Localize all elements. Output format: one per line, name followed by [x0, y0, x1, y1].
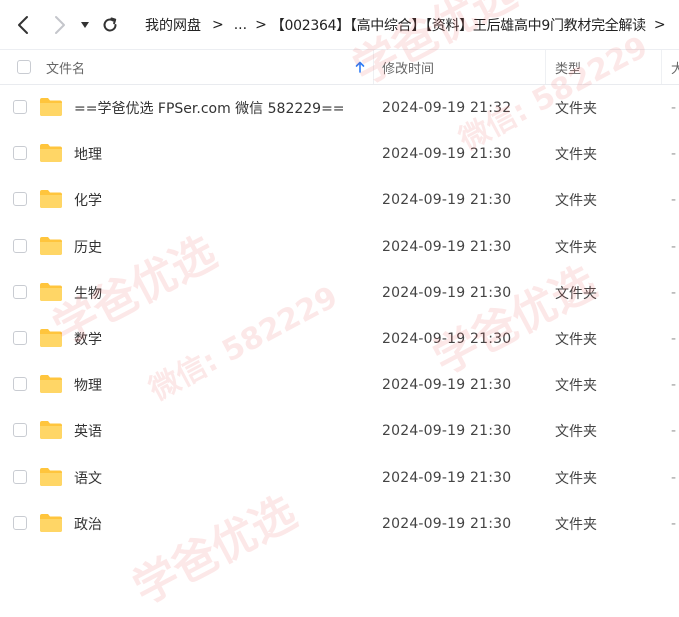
file-list-header: 文件名 修改时间 类型 大 [0, 50, 679, 85]
folder-icon [40, 421, 62, 440]
breadcrumb: 我的网盘 > ... > 【002364】【高中综合】【资料】王后雄高中9门教材… [145, 0, 676, 50]
file-type: 文件夹 [555, 332, 597, 348]
column-divider[interactable] [545, 50, 546, 84]
file-modified: 2024-09-19 21:30 [382, 238, 512, 255]
file-modified: 2024-09-19 21:30 [382, 377, 512, 394]
file-type: 文件夹 [555, 285, 597, 302]
folder-icon [40, 98, 62, 116]
file-type: 文件夹 [555, 424, 597, 441]
column-divider[interactable] [373, 50, 374, 84]
row-checkbox[interactable] [13, 469, 27, 484]
breadcrumb-separator: > [653, 17, 666, 33]
row-checkbox[interactable] [13, 423, 27, 438]
file-name[interactable]: 英语 [74, 408, 102, 454]
file-modified: 2024-09-19 21:30 [382, 469, 512, 486]
file-size: - [671, 331, 677, 347]
arrow-up-icon[interactable] [355, 50, 365, 84]
file-modified: 2024-09-19 21:32 [382, 100, 512, 116]
table-row[interactable]: 英语 2024-09-19 21:30 文件夹 - [0, 408, 679, 454]
folder-icon [40, 329, 62, 347]
file-name[interactable]: 地理 [74, 131, 102, 177]
column-header-type[interactable]: 类型 [555, 50, 581, 84]
table-row[interactable]: 化学 2024-09-19 21:30 文件夹 - [0, 177, 679, 223]
column-header-modified[interactable]: 修改时间 [382, 50, 434, 84]
table-row[interactable]: 数学 2024-09-19 21:30 文件夹 - [0, 316, 679, 362]
chevron-right-icon[interactable] [49, 14, 71, 36]
file-type: 文件夹 [555, 378, 597, 395]
file-name[interactable]: 政治 [74, 501, 102, 547]
file-name[interactable]: 化学 [74, 177, 102, 223]
file-size: - [671, 423, 677, 440]
file-modified: 2024-09-19 21:30 [382, 515, 512, 532]
table-row[interactable]: 生物 2024-09-19 21:30 文件夹 - [0, 270, 679, 316]
file-modified: 2024-09-19 21:30 [382, 284, 512, 301]
file-type: 文件夹 [555, 147, 597, 164]
row-checkbox[interactable] [13, 100, 27, 114]
file-size: - [671, 284, 677, 301]
file-modified: 2024-09-19 21:30 [382, 146, 512, 163]
file-name[interactable]: 历史 [74, 224, 102, 270]
breadcrumb-current[interactable]: 【002364】【高中综合】【资料】王后雄高中9门教材完全解读 [271, 15, 646, 35]
file-size: - [671, 515, 677, 532]
folder-icon [40, 467, 62, 486]
file-size: - [671, 238, 677, 255]
file-type: 文件夹 [555, 193, 597, 210]
row-checkbox[interactable] [13, 515, 27, 530]
row-checkbox[interactable] [13, 331, 27, 345]
file-name[interactable]: 物理 [74, 362, 102, 408]
row-checkbox[interactable] [13, 284, 27, 299]
select-all-checkbox[interactable] [17, 60, 31, 74]
file-modified: 2024-09-19 21:30 [382, 423, 512, 440]
folder-icon [40, 144, 62, 163]
row-checkbox[interactable] [13, 146, 27, 161]
row-checkbox[interactable] [13, 192, 27, 207]
table-row[interactable]: 物理 2024-09-19 21:30 文件夹 - [0, 362, 679, 408]
file-modified: 2024-09-19 21:30 [382, 331, 512, 347]
file-type: 文件夹 [555, 239, 597, 256]
file-type: 文件夹 [555, 516, 597, 533]
row-checkbox[interactable] [13, 377, 27, 392]
file-size: - [671, 100, 677, 116]
table-row[interactable]: ==学爸优选 FPSer.com 微信 582229== 2024-09-19 2… [0, 85, 679, 131]
file-size: - [671, 377, 677, 394]
folder-icon [40, 236, 62, 255]
caret-down-icon[interactable] [77, 14, 93, 36]
refresh-icon[interactable] [99, 14, 121, 36]
row-checkbox[interactable] [13, 238, 27, 253]
folder-icon [40, 513, 62, 532]
file-name[interactable]: ==学爸优选 FPSer.com 微信 582229== [74, 85, 345, 131]
column-header-size[interactable]: 大 [671, 50, 679, 84]
breadcrumb-separator: > [212, 17, 224, 33]
file-size: - [671, 469, 677, 486]
file-name[interactable]: 语文 [74, 455, 102, 501]
folder-icon [40, 190, 62, 209]
file-type: 文件夹 [555, 101, 597, 117]
table-row[interactable]: 历史 2024-09-19 21:30 文件夹 - [0, 224, 679, 270]
table-row[interactable]: 地理 2024-09-19 21:30 文件夹 - [0, 131, 679, 177]
breadcrumb-ellipsis[interactable]: ... [234, 17, 247, 33]
breadcrumb-root[interactable]: 我的网盘 [145, 15, 201, 35]
toolbar: 我的网盘 > ... > 【002364】【高中综合】【资料】王后雄高中9门教材… [0, 0, 679, 50]
breadcrumb-separator: > [255, 17, 267, 33]
table-row[interactable]: 政治 2024-09-19 21:30 文件夹 - [0, 501, 679, 547]
table-row[interactable]: 语文 2024-09-19 21:30 文件夹 - [0, 455, 679, 501]
file-modified: 2024-09-19 21:30 [382, 192, 512, 209]
column-divider[interactable] [661, 50, 662, 84]
folder-icon [40, 375, 62, 394]
file-type: 文件夹 [555, 470, 597, 487]
column-header-name[interactable]: 文件名 [46, 50, 85, 84]
file-name[interactable]: 生物 [74, 270, 102, 316]
chevron-left-icon[interactable] [12, 14, 34, 36]
file-size: - [671, 146, 677, 163]
file-name[interactable]: 数学 [74, 316, 102, 362]
file-size: - [671, 192, 677, 209]
folder-icon [40, 282, 62, 301]
